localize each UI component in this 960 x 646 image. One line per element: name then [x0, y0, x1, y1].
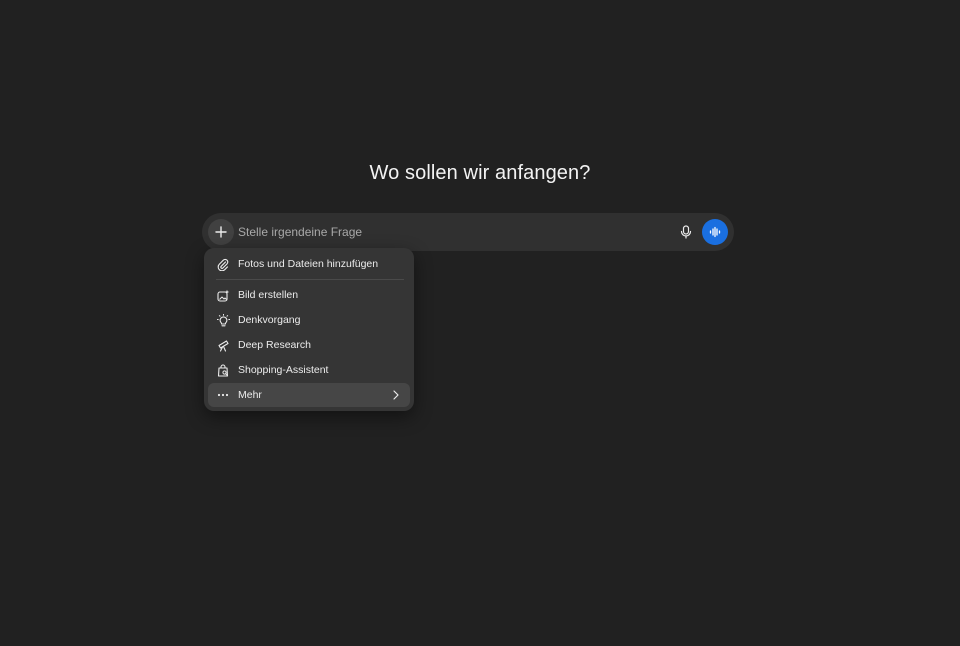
- menu-item-label: Bild erstellen: [238, 289, 299, 301]
- add-attachment-button[interactable]: [208, 219, 234, 245]
- more-dots-icon: [216, 388, 230, 402]
- menu-item-label: Fotos und Dateien hinzufügen: [238, 258, 379, 270]
- telescope-icon: [216, 338, 230, 352]
- menu-item-thinking[interactable]: Denkvorgang: [208, 308, 410, 332]
- menu-item-more[interactable]: Mehr: [208, 383, 410, 407]
- menu-item-shopping-assistant[interactable]: Shopping-Assistent: [208, 358, 410, 382]
- dictate-button[interactable]: [676, 222, 696, 242]
- lightbulb-icon: [216, 313, 230, 327]
- menu-item-create-image[interactable]: Bild erstellen: [208, 283, 410, 307]
- shopping-bag-icon: [216, 363, 230, 377]
- image-sparkle-icon: [216, 288, 230, 302]
- menu-item-label: Denkvorgang: [238, 314, 301, 326]
- page-title: Wo sollen wir anfangen?: [369, 162, 591, 184]
- audio-waveform-icon: [709, 226, 721, 238]
- prompt-input[interactable]: [238, 221, 668, 243]
- paperclip-icon: [216, 257, 230, 271]
- menu-item-label: Deep Research: [238, 339, 311, 351]
- menu-item-add-files[interactable]: Fotos und Dateien hinzufügen: [208, 252, 410, 276]
- microphone-icon: [680, 225, 692, 239]
- voice-mode-button[interactable]: [702, 219, 728, 245]
- page: Wo sollen wir anfangen? Stelle irgendein…: [0, 0, 960, 646]
- chevron-right-icon: [390, 388, 402, 402]
- menu-item-deep-research[interactable]: Deep Research: [208, 333, 410, 357]
- menu-item-label: Mehr: [238, 389, 262, 401]
- menu-divider: [216, 279, 404, 280]
- attachment-menu: Fotos und Dateien hinzufügen Bild erstel…: [204, 248, 414, 411]
- menu-item-label: Shopping-Assistent: [238, 364, 329, 376]
- prompt-composer: [202, 213, 734, 251]
- plus-icon: [215, 226, 227, 238]
